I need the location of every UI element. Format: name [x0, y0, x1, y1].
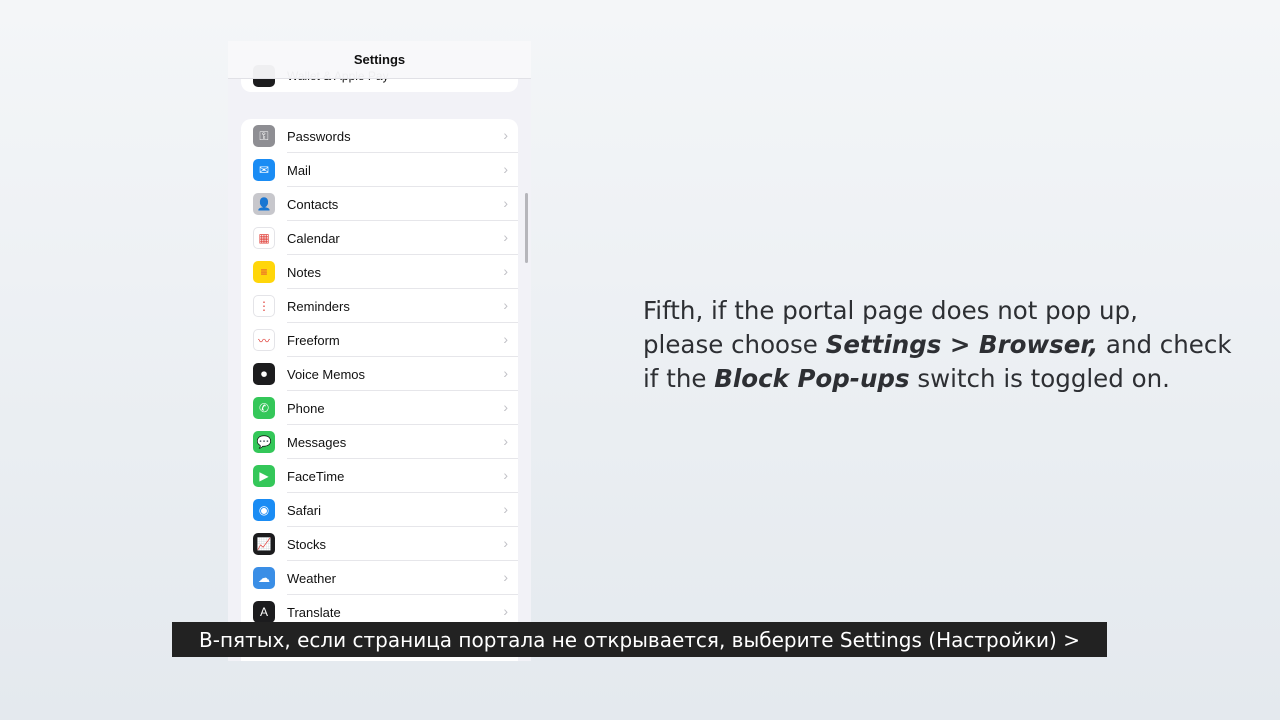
instruction-line-3: if the Block Pop-ups switch is toggled o…: [643, 362, 1243, 396]
settings-item-messages[interactable]: 💬 Messages ›: [241, 425, 518, 459]
chevron-right-icon: ›: [503, 161, 508, 177]
stocks-icon: 📈: [253, 533, 275, 555]
settings-item-voice-memos[interactable]: ⏺ Voice Memos ›: [241, 357, 518, 391]
chevron-right-icon: ›: [503, 399, 508, 415]
settings-item-facetime[interactable]: ▶ FaceTime ›: [241, 459, 518, 493]
settings-item-label: Notes: [287, 265, 321, 280]
safari-icon: ◉: [253, 499, 275, 521]
settings-item-stocks[interactable]: 📈 Stocks ›: [241, 527, 518, 561]
settings-item-label: Passwords: [287, 129, 351, 144]
settings-item-safari[interactable]: ◉ Safari ›: [241, 493, 518, 527]
chevron-right-icon: ›: [503, 433, 508, 449]
calendar-icon: ▦: [253, 227, 275, 249]
scrollbar[interactable]: [525, 193, 528, 263]
settings-item-label: Calendar: [287, 231, 340, 246]
settings-item-calendar[interactable]: ▦ Calendar ›: [241, 221, 518, 255]
settings-item-passwords[interactable]: ⚿ Passwords ›: [241, 119, 518, 153]
settings-item-weather[interactable]: ☁ Weather ›: [241, 561, 518, 595]
chevron-right-icon: ›: [503, 229, 508, 245]
instruction-text-part: please choose: [643, 330, 826, 359]
chevron-right-icon: ›: [503, 365, 508, 381]
settings-item-label: Messages: [287, 435, 347, 450]
instruction-text-part: if the: [643, 364, 715, 393]
chevron-right-icon: ›: [503, 467, 508, 483]
notes-icon: ≡: [253, 261, 275, 283]
settings-item-label: Mail: [287, 163, 311, 178]
weather-icon: ☁: [253, 567, 275, 589]
voice-memos-icon: ⏺: [253, 363, 275, 385]
messages-icon: 💬: [253, 431, 275, 453]
reminders-icon: ⋮: [253, 295, 275, 317]
page-title: Settings: [353, 52, 406, 67]
settings-browser-emphasis: Settings > Browser,: [825, 330, 1099, 359]
subtitle-text: В-пятых, если страница портала не открыв…: [199, 627, 1080, 652]
settings-item-label: Reminders: [287, 299, 350, 314]
settings-item-label: Translate: [287, 605, 341, 620]
instruction-text-part: switch is toggled on.: [909, 364, 1170, 393]
settings-item-label: Phone: [287, 401, 325, 416]
settings-item-phone[interactable]: ✆ Phone ›: [241, 391, 518, 425]
settings-item-label: Stocks: [287, 537, 327, 552]
chevron-right-icon: ›: [503, 127, 508, 143]
settings-item-freeform[interactable]: 〰 Freeform ›: [241, 323, 518, 357]
mail-icon: ✉: [253, 159, 275, 181]
key-icon: ⚿: [253, 125, 275, 147]
instruction-text-part: and check: [1098, 330, 1232, 359]
settings-item-label: FaceTime: [287, 469, 345, 484]
chevron-right-icon: ›: [503, 263, 508, 279]
facetime-icon: ▶: [253, 465, 275, 487]
instruction-line-2: please choose Settings > Browser, and ch…: [643, 328, 1243, 362]
subtitle-caption: В-пятых, если страница портала не открыв…: [172, 622, 1107, 657]
settings-item-contacts[interactable]: 👤 Contacts ›: [241, 187, 518, 221]
chevron-right-icon: ›: [503, 195, 508, 211]
phone-icon: ✆: [253, 397, 275, 419]
settings-app-list: ⚿ Passwords › ✉ Mail › 👤 Contacts › ▦ Calendar › ≡ No…: [241, 119, 518, 661]
navigation-bar: Settings: [228, 41, 531, 79]
settings-item-label: Weather: [287, 571, 336, 586]
chevron-right-icon: ›: [503, 535, 508, 551]
contacts-icon: 👤: [253, 193, 275, 215]
chevron-right-icon: ›: [503, 331, 508, 347]
instruction-text: Fifth, if the portal page does not pop u…: [643, 294, 1243, 396]
chevron-right-icon: ›: [503, 501, 508, 517]
settings-item-label: Freeform: [287, 333, 340, 348]
block-popups-emphasis: Block Pop-ups: [714, 364, 910, 393]
settings-item-label: Contacts: [287, 197, 339, 212]
chevron-right-icon: ›: [503, 603, 508, 619]
settings-item-label: Safari: [287, 503, 321, 518]
settings-screen: Settings Wallet & Apple Pay ⚿Passwords›✉…: [228, 41, 531, 661]
chevron-right-icon: ›: [503, 297, 508, 313]
chevron-right-icon: ›: [503, 569, 508, 585]
settings-item-mail[interactable]: ✉ Mail ›: [241, 153, 518, 187]
settings-item-notes[interactable]: ≡ Notes ›: [241, 255, 518, 289]
instruction-line-1: Fifth, if the portal page does not pop u…: [643, 296, 1138, 325]
translate-icon: A: [253, 601, 275, 623]
freeform-icon: 〰: [253, 329, 275, 351]
settings-item-label: Voice Memos: [287, 367, 366, 382]
settings-item-reminders[interactable]: ⋮ Reminders ›: [241, 289, 518, 323]
